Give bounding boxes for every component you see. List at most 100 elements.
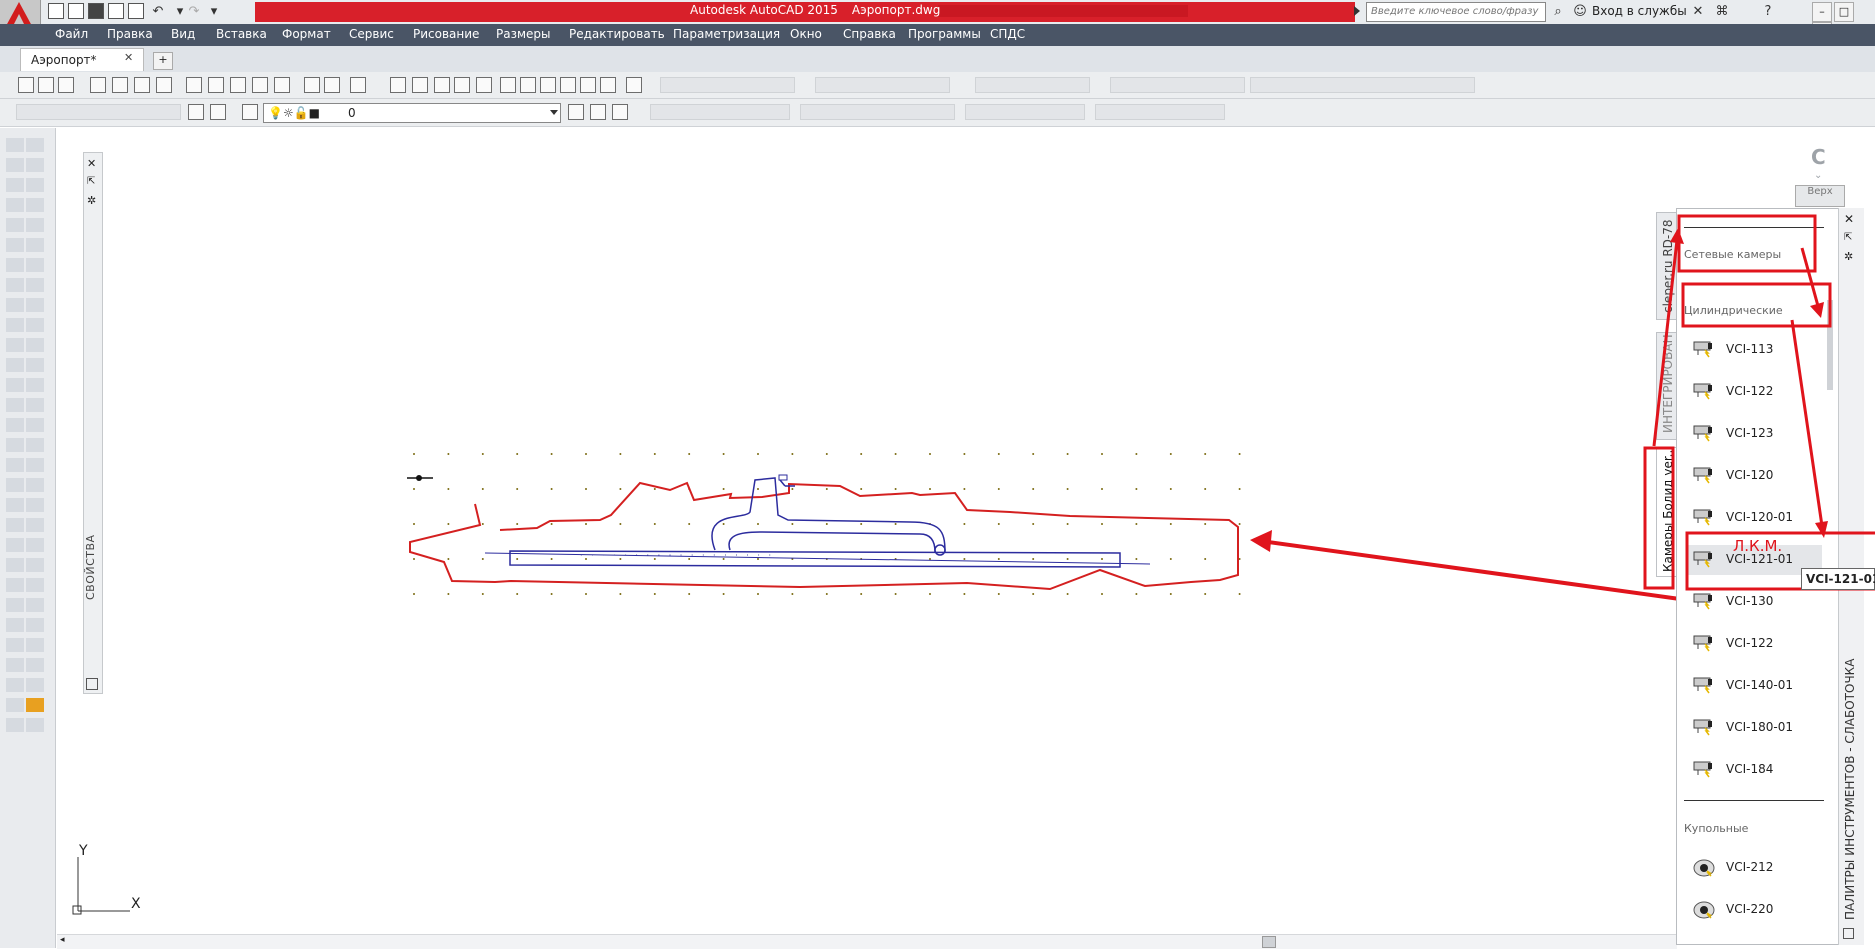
- draw-tool-icon[interactable]: [26, 338, 44, 352]
- draw-tool-icon[interactable]: [26, 258, 44, 272]
- preview-icon[interactable]: [112, 77, 128, 93]
- draw-tool-icon[interactable]: [26, 458, 44, 472]
- close-icon[interactable]: ✕: [87, 157, 96, 170]
- draw-tool-icon[interactable]: [6, 278, 24, 292]
- menu-item-window[interactable]: Окно: [790, 27, 822, 41]
- zoom-realtime-icon[interactable]: [390, 77, 406, 93]
- draw-tool-icon[interactable]: [6, 138, 24, 152]
- draw-tool-icon[interactable]: [6, 438, 24, 452]
- paste-icon[interactable]: [230, 77, 246, 93]
- save-as-icon[interactable]: [108, 3, 124, 19]
- layer-previous-icon[interactable]: [590, 104, 606, 120]
- text-icon[interactable]: [600, 77, 616, 93]
- draw-tool-icon[interactable]: [26, 578, 44, 592]
- scrollbar-thumb[interactable]: [1262, 936, 1276, 948]
- draw-tool-icon[interactable]: [26, 618, 44, 632]
- match-properties-icon[interactable]: [252, 77, 268, 93]
- menu-item-help[interactable]: Справка: [843, 27, 896, 41]
- publish-icon[interactable]: [134, 77, 150, 93]
- draw-tool-icon[interactable]: [6, 158, 24, 172]
- multileader-style-dropdown[interactable]: [1110, 77, 1245, 93]
- calculator-icon[interactable]: [560, 77, 576, 93]
- redo-icon[interactable]: ↷: [186, 4, 202, 20]
- auto-hide-icon[interactable]: ⇱: [87, 176, 95, 187]
- save-icon[interactable]: [58, 77, 74, 93]
- new-icon[interactable]: [48, 3, 64, 19]
- binoculars-icon[interactable]: ⌕: [1550, 4, 1566, 20]
- draw-tool-icon[interactable]: [6, 178, 24, 192]
- draw-tool-icon[interactable]: [26, 398, 44, 412]
- draw-tool-icon[interactable]: [6, 578, 24, 592]
- draw-tool-icon[interactable]: [26, 298, 44, 312]
- draw-tool-icon[interactable]: [26, 658, 44, 672]
- block-editor-icon[interactable]: [274, 77, 290, 93]
- viewcube-compass-letter[interactable]: С: [1811, 145, 1826, 169]
- open-icon[interactable]: [38, 77, 54, 93]
- menu-item-view[interactable]: Вид: [171, 27, 195, 41]
- make-current-layer-icon[interactable]: [568, 104, 584, 120]
- draw-tool-icon[interactable]: [6, 398, 24, 412]
- markup-icon[interactable]: [540, 77, 556, 93]
- draw-tool-icon[interactable]: [6, 258, 24, 272]
- color-dropdown[interactable]: [650, 104, 790, 120]
- palette-settings-icon[interactable]: ✲: [87, 194, 96, 207]
- undo-icon[interactable]: ↶: [150, 4, 166, 20]
- airport-drawing[interactable]: · · · · · · · · · · · · · · · · · ·: [400, 440, 1250, 650]
- draw-tool-icon[interactable]: [6, 718, 24, 732]
- draw-tool-icon[interactable]: [6, 418, 24, 432]
- redo-icon[interactable]: [324, 77, 340, 93]
- text-style-dropdown[interactable]: [660, 77, 795, 93]
- menu-item-tools[interactable]: Сервис: [349, 27, 394, 41]
- draw-tool-icon[interactable]: [6, 678, 24, 692]
- palette-tool-item[interactable]: VCI-212: [1686, 853, 1822, 883]
- draw-tool-icon[interactable]: [6, 298, 24, 312]
- menu-item-format[interactable]: Формат: [282, 27, 331, 41]
- draw-tool-icon[interactable]: [6, 598, 24, 612]
- viewcube[interactable]: Верх: [1795, 185, 1845, 207]
- draw-tool-icon[interactable]: [6, 238, 24, 252]
- plot-icon[interactable]: [90, 77, 106, 93]
- palette-menu-icon[interactable]: [1843, 928, 1854, 939]
- layer-properties-icon[interactable]: [210, 104, 226, 120]
- tool-palettes-icon[interactable]: [500, 77, 516, 93]
- palette-tool-item[interactable]: VCI-122: [1686, 629, 1822, 659]
- menu-item-draw[interactable]: Рисование: [413, 27, 479, 41]
- help-icon[interactable]: [626, 77, 642, 93]
- draw-tool-icon[interactable]: [26, 318, 44, 332]
- draw-tool-icon[interactable]: [6, 218, 24, 232]
- new-tab-button[interactable]: +: [153, 52, 173, 70]
- settings-gear-icon[interactable]: [188, 104, 204, 120]
- draw-tool-icon[interactable]: [26, 198, 44, 212]
- draw-tool-icon[interactable]: [6, 378, 24, 392]
- close-tab-icon[interactable]: ✕: [124, 51, 133, 64]
- draw-tool-icon[interactable]: [6, 478, 24, 492]
- menu-item-spds[interactable]: СПДС: [990, 27, 1025, 41]
- login-button[interactable]: Вход в службы: [1592, 4, 1687, 18]
- draw-tool-icon[interactable]: [6, 618, 24, 632]
- draw-tool-icon[interactable]: [26, 698, 44, 712]
- draw-tool-icon[interactable]: [26, 278, 44, 292]
- draw-tool-icon[interactable]: [26, 538, 44, 552]
- menu-item-programs[interactable]: Программы: [908, 27, 981, 41]
- scroll-left-icon[interactable]: ◂: [60, 935, 65, 945]
- search-expand-icon[interactable]: [1354, 6, 1360, 16]
- draw-tool-icon[interactable]: [26, 438, 44, 452]
- draw-tool-icon[interactable]: [26, 718, 44, 732]
- exchange-icon[interactable]: ✕: [1690, 4, 1706, 20]
- menu-item-modify[interactable]: Редактировать: [569, 27, 665, 41]
- properties-icon[interactable]: [86, 678, 98, 690]
- draw-tool-icon[interactable]: [26, 478, 44, 492]
- draw-tool-icon[interactable]: [26, 158, 44, 172]
- customize-qat-icon[interactable]: ▾: [206, 4, 222, 20]
- zoom-previous-icon[interactable]: [434, 77, 450, 93]
- linetype-dropdown[interactable]: [800, 104, 955, 120]
- cut-icon[interactable]: [186, 77, 202, 93]
- open-icon[interactable]: [68, 3, 84, 19]
- plot-style-dropdown[interactable]: [1095, 104, 1225, 120]
- draw-tool-icon[interactable]: [6, 498, 24, 512]
- draw-tool-icon[interactable]: [26, 518, 44, 532]
- palette-tool-item[interactable]: VCI-184: [1686, 755, 1822, 785]
- lineweight-dropdown[interactable]: [965, 104, 1085, 120]
- table-style-dropdown[interactable]: [975, 77, 1090, 93]
- chevron-down-icon[interactable]: ⌄: [1814, 170, 1822, 181]
